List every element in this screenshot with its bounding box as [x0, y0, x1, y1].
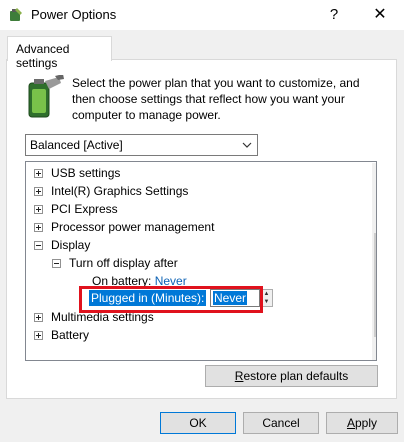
tree-item-battery[interactable]: Battery — [34, 326, 89, 344]
collapse-minus-icon[interactable] — [34, 241, 43, 250]
apply-button-label: pply — [355, 416, 378, 430]
help-button[interactable]: ? — [322, 4, 346, 26]
power-plan-value: Balanced [Active] — [30, 138, 123, 152]
settings-tree[interactable]: USB settings Intel(R) Graphics Settings … — [25, 161, 377, 361]
power-plan-select[interactable]: Balanced [Active] — [25, 134, 258, 156]
tree-item-label: Turn off display after — [69, 256, 178, 270]
window-title: Power Options — [31, 7, 117, 22]
scroll-up-icon[interactable]: ▲ — [372, 163, 376, 180]
power-options-icon — [8, 7, 24, 23]
highlight-box — [79, 286, 263, 313]
expand-plus-icon[interactable] — [34, 187, 43, 196]
tree-item-label: Intel(R) Graphics Settings — [51, 184, 189, 198]
tree-item-label: USB settings — [51, 166, 121, 180]
tree-item-display[interactable]: Display — [34, 236, 90, 254]
tab-label: Advanced settings — [16, 42, 70, 70]
collapse-minus-icon[interactable] — [52, 259, 61, 268]
tree-item-pci-express[interactable]: PCI Express — [34, 200, 118, 218]
tree-item-processor-power[interactable]: Processor power management — [34, 218, 214, 236]
tree-item-label: PCI Express — [51, 202, 118, 216]
tree-item-graphics-settings[interactable]: Intel(R) Graphics Settings — [34, 182, 188, 200]
tree-item-label: Processor power management — [51, 220, 215, 234]
title-bar: Power Options ? ✕ — [0, 0, 404, 30]
scroll-down-icon[interactable]: ▼ — [372, 344, 376, 360]
intro-text: Select the power plan that you want to c… — [72, 76, 360, 122]
battery-icon — [25, 74, 65, 121]
expand-plus-icon[interactable] — [34, 313, 43, 322]
tree-scrollbar[interactable]: ▲ ▼ — [372, 163, 376, 360]
tree-item-label: Display — [51, 238, 91, 252]
apply-button[interactable]: Apply — [326, 412, 398, 434]
cancel-button[interactable]: Cancel — [243, 412, 319, 434]
expand-plus-icon[interactable] — [34, 331, 43, 340]
restore-plan-defaults-button[interactable]: Restore plan defaults — [205, 365, 378, 387]
expand-plus-icon[interactable] — [34, 205, 43, 214]
expand-plus-icon[interactable] — [34, 169, 43, 178]
scrollbar-thumb[interactable] — [374, 233, 376, 337]
expand-plus-icon[interactable] — [34, 223, 43, 232]
apply-button-mnemonic: A — [346, 416, 355, 430]
tree-item-turn-off-display[interactable]: Turn off display after — [52, 254, 178, 272]
close-button[interactable]: ✕ — [364, 3, 396, 27]
tree-item-label: Battery — [51, 328, 90, 342]
ok-button[interactable]: OK — [160, 412, 236, 434]
restore-button-label: estore plan defaults — [243, 369, 349, 383]
tree-item-usb-settings[interactable]: USB settings — [34, 164, 120, 182]
close-icon: ✕ — [373, 6, 387, 23]
tab-advanced-settings[interactable]: Advanced settings — [7, 36, 112, 70]
chevron-down-icon — [241, 137, 253, 156]
